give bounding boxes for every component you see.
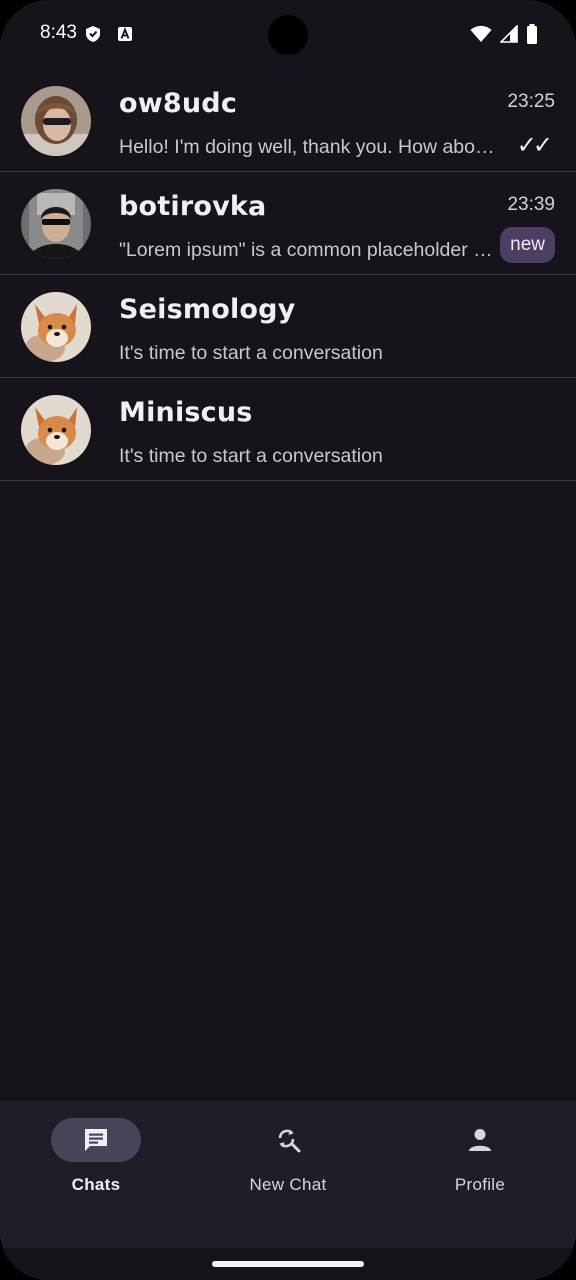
chat-time: 23:25 xyxy=(507,91,555,112)
home-indicator[interactable] xyxy=(212,1261,364,1267)
nav-item-profile[interactable]: Profile xyxy=(384,1101,576,1211)
chat-icon xyxy=(85,1129,107,1151)
person-icon xyxy=(469,1129,491,1151)
chat-name: Seismology xyxy=(119,294,296,325)
nav-label-profile: Profile xyxy=(454,1175,506,1194)
avatar xyxy=(21,292,91,362)
chat-preview: Hello! I'm doing well, thank you. How ab… xyxy=(119,136,505,158)
nav-label-chats: Chats xyxy=(71,1175,121,1194)
avatar xyxy=(21,395,91,465)
new-badge: new xyxy=(500,227,555,263)
chat-name: botirovka xyxy=(119,191,267,222)
chat-item[interactable]: Seismology It's time to start a conversa… xyxy=(0,275,576,378)
chat-item[interactable]: ow8udc 23:25 Hello! I'm doing well, than… xyxy=(0,69,576,172)
shield-icon xyxy=(86,26,100,42)
double-check-icon: ✓✓ xyxy=(516,131,553,159)
chat-preview: It's time to start a conversation xyxy=(119,445,383,467)
battery-icon xyxy=(527,24,537,44)
bottom-navigation: Chats New Chat Profile xyxy=(0,1101,576,1248)
chat-time: 23:39 xyxy=(507,194,555,215)
chat-list: ow8udc 23:25 Hello! I'm doing well, than… xyxy=(0,69,576,481)
nav-item-chats[interactable]: Chats xyxy=(0,1101,192,1211)
chat-preview: It's time to start a conversation xyxy=(119,342,383,364)
app-screen: 8:43 ow8udc 23:25 Hello! I'm doing well,… xyxy=(0,0,576,1280)
chat-item[interactable]: botirovka 23:39 "Lorem ipsum" is a commo… xyxy=(0,172,576,275)
search-refresh-icon xyxy=(278,1129,301,1153)
chat-item[interactable]: Miniscus It's time to start a conversati… xyxy=(0,378,576,481)
chat-preview: "Lorem ipsum" is a common placeholder te… xyxy=(119,239,496,261)
status-icons xyxy=(470,24,538,44)
nav-item-new-chat[interactable]: New Chat xyxy=(192,1101,384,1211)
avatar xyxy=(21,86,91,156)
status-time: 8:43 xyxy=(40,22,77,43)
camera-cutout xyxy=(268,15,308,55)
chat-name: ow8udc xyxy=(119,88,238,119)
wifi-icon xyxy=(470,25,492,42)
a-icon xyxy=(118,27,132,41)
chat-name: Miniscus xyxy=(119,397,253,428)
status-bar: 8:43 xyxy=(0,0,576,70)
avatar xyxy=(21,189,91,259)
nav-label-new-chat: New Chat xyxy=(249,1175,327,1194)
signal-icon xyxy=(500,25,518,43)
